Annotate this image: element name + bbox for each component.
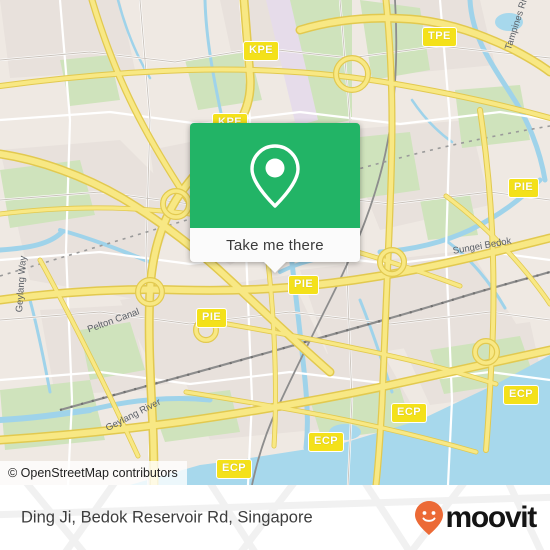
highway-shield-ecp-east[interactable]: ECP (503, 385, 540, 405)
moovit-wordmark: moovit (445, 500, 537, 534)
location-popup[interactable]: Take me there (190, 123, 360, 273)
popup-header (190, 123, 360, 228)
take-me-there-label: Take me there (226, 236, 324, 254)
osm-attribution[interactable]: © OpenStreetMap contributors (0, 460, 187, 485)
map-screenshot: Tampines River Sungei Bedok Geylang Rive… (0, 0, 550, 550)
highway-shield-kpe-north[interactable]: KPE (243, 41, 280, 61)
highway-shield-pie-east[interactable]: PIE (508, 178, 540, 198)
highway-shield-ecp-mid[interactable]: ECP (308, 432, 345, 452)
highway-shield-pie-center[interactable]: PIE (288, 275, 320, 295)
popup-action-row[interactable]: Take me there (190, 228, 360, 262)
highway-shield-pie-west[interactable]: PIE (196, 308, 228, 328)
highway-shield-tpe[interactable]: TPE (422, 27, 457, 47)
place-title: Ding Ji, Bedok Reservoir Rd, Singapore (21, 508, 313, 526)
popup-tail-arrow (264, 262, 286, 273)
location-pin-icon (250, 143, 300, 208)
moovit-smiley-pin-icon (415, 500, 444, 535)
highway-shield-ecp-west[interactable]: ECP (216, 459, 253, 479)
highway-shield-ecp-midEast[interactable]: ECP (391, 403, 428, 423)
map-canvas[interactable]: Tampines River Sungei Bedok Geylang Rive… (0, 0, 550, 485)
footer-bar: Ding Ji, Bedok Reservoir Rd, Singapore m… (0, 485, 550, 550)
moovit-logo[interactable]: moovit (414, 500, 537, 536)
